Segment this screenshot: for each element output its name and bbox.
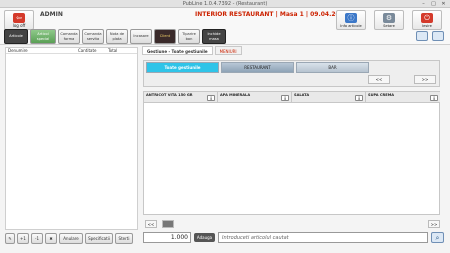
minimize-button[interactable]: – bbox=[419, 1, 428, 7]
product-info-icon[interactable]: i bbox=[430, 95, 438, 101]
header-actions: ⓘ Info articole ⚙ Setare ⏻ Iesire bbox=[336, 10, 442, 30]
products-next-button[interactable]: >> bbox=[428, 220, 440, 228]
close-table-button[interactable]: Inchide masa bbox=[202, 29, 226, 44]
bill-button[interactable]: Nota de plata bbox=[106, 29, 128, 44]
tab-stock-management[interactable]: Gestiune - Toate gestiunile bbox=[142, 46, 213, 55]
product-name: SUPA CREMA bbox=[368, 93, 395, 97]
search-icon[interactable]: ⌕ bbox=[431, 232, 444, 243]
category-all[interactable]: Toate gestiunile bbox=[146, 62, 219, 73]
print-receipt-button[interactable]: Tiparire bon bbox=[178, 29, 200, 44]
client-button[interactable]: Client bbox=[154, 29, 176, 44]
cancel-button[interactable]: Anulare bbox=[59, 233, 83, 244]
settings-icon: ⚙ bbox=[383, 13, 395, 23]
main-toolbar: Articole Articol special Comanda forma C… bbox=[4, 29, 226, 44]
column-total: Total bbox=[108, 48, 118, 53]
window-controls: – □ ✕ bbox=[419, 1, 448, 7]
settings-button[interactable]: ⚙ Setare bbox=[374, 10, 404, 30]
payment-button[interactable]: Incasare bbox=[130, 29, 152, 44]
search-bar: 1.000 Adauga Introduceti articolul cauta… bbox=[143, 232, 445, 243]
close-window-button[interactable]: ✕ bbox=[439, 1, 448, 7]
tab-menus[interactable]: MENIURI bbox=[214, 46, 242, 55]
column-quantity: Cantitate bbox=[78, 48, 97, 53]
category-bar[interactable]: BAR bbox=[296, 62, 369, 73]
articles-button[interactable]: Articole bbox=[4, 29, 28, 44]
view-toggle bbox=[416, 31, 444, 41]
special-article-button[interactable]: Articol special bbox=[30, 29, 56, 44]
info-articles-button[interactable]: ⓘ Info articole bbox=[336, 10, 366, 30]
product-name: APA MINERALA bbox=[220, 93, 251, 97]
order-form-button[interactable]: Comanda forma bbox=[58, 29, 80, 44]
product-tile[interactable]: SALATA i bbox=[292, 92, 366, 103]
order-actions: ✎ +1 -1 ✖ Anulare Specificatii Sterti bbox=[5, 233, 133, 244]
column-name: Denumire bbox=[8, 48, 28, 53]
products-area: Gestiune - Toate gestiunile MENIURI Toat… bbox=[140, 45, 445, 232]
exit-button[interactable]: ⏻ Iesire bbox=[412, 10, 442, 30]
product-info-icon[interactable]: i bbox=[207, 95, 215, 101]
product-name: SALATA bbox=[294, 93, 310, 97]
edit-button[interactable]: ✎ bbox=[5, 233, 15, 244]
add-button[interactable]: Adauga bbox=[194, 233, 215, 242]
category-prev-button[interactable]: << bbox=[368, 75, 390, 84]
logout-button[interactable]: ⇦ log off bbox=[4, 10, 34, 30]
category-bar: Toate gestiunile RESTAURANT BAR << >> bbox=[143, 60, 440, 87]
quantity-field[interactable]: 1.000 bbox=[143, 232, 191, 243]
products-page-indicator[interactable] bbox=[162, 220, 174, 228]
order-items-panel: Denumire Cantitate Total bbox=[5, 47, 138, 230]
order-items-header: Denumire Cantitate Total bbox=[6, 48, 137, 54]
window-titlebar: PubLine 1.0.4.7392 - (Restaurant) – □ ✕ bbox=[0, 0, 450, 8]
exit-icon: ⏻ bbox=[421, 13, 433, 23]
delete-item-button[interactable]: ✖ bbox=[45, 233, 57, 244]
logout-icon: ⇦ bbox=[13, 13, 25, 23]
category-tabs: Gestiune - Toate gestiunile MENIURI bbox=[142, 46, 242, 55]
product-grid: ANTRICOT VITA 150 GR i APA MINERALA i SA… bbox=[143, 91, 440, 215]
info-icon: ⓘ bbox=[345, 13, 357, 23]
clear-button[interactable]: Sterti bbox=[115, 233, 133, 244]
product-tile[interactable]: SUPA CREMA i bbox=[366, 92, 440, 103]
category-next-button[interactable]: >> bbox=[414, 75, 436, 84]
search-input[interactable]: Introduceti articolul cautat bbox=[218, 232, 428, 243]
product-tile[interactable]: ANTRICOT VITA 150 GR i bbox=[144, 92, 218, 103]
logout-label: log off bbox=[12, 23, 26, 28]
plus-one-button[interactable]: +1 bbox=[17, 233, 29, 244]
specifications-button[interactable]: Specificatii bbox=[85, 233, 113, 244]
grid-view-icon[interactable] bbox=[416, 31, 428, 41]
user-name: ADMIN bbox=[40, 11, 63, 18]
product-info-icon[interactable]: i bbox=[281, 95, 289, 101]
minus-one-button[interactable]: -1 bbox=[31, 233, 43, 244]
product-name: ANTRICOT VITA 150 GR bbox=[146, 93, 193, 97]
category-restaurant[interactable]: RESTAURANT bbox=[221, 62, 294, 73]
product-info-icon[interactable]: i bbox=[355, 95, 363, 101]
product-tile[interactable]: APA MINERALA i bbox=[218, 92, 292, 103]
order-served-button[interactable]: Comanda servita bbox=[82, 29, 104, 44]
list-view-icon[interactable] bbox=[432, 31, 444, 41]
products-prev-button[interactable]: << bbox=[145, 220, 157, 228]
maximize-button[interactable]: □ bbox=[429, 1, 438, 7]
window-title: PubLine 1.0.4.7392 - (Restaurant) bbox=[182, 1, 268, 7]
